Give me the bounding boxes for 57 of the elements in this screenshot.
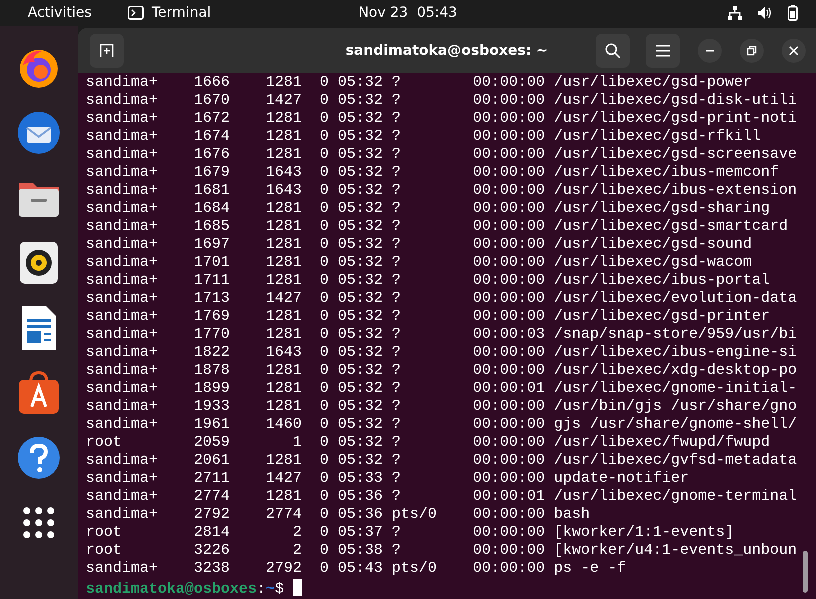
- network-icon[interactable]: [728, 6, 742, 20]
- menu-icon: [656, 44, 670, 56]
- terminal-line: sandima+ 1770 1281 0 05:32 ? 00:00:03 /snap/snap-store/959/usr/bi: [86, 326, 798, 344]
- activities-button[interactable]: Activities: [28, 5, 128, 21]
- terminal-line: sandima+ 1684 1281 0 05:32 ? 00:00:00 /usr/libexec/gsd-sharing: [86, 200, 770, 218]
- mail-bird-icon[interactable]: [16, 110, 62, 156]
- terminal-line: sandima+ 1701 1281 0 05:32 ? 00:00:00 /usr/libexec/gsd-wacom: [86, 254, 752, 272]
- terminal-line: root 2059 1 0 05:32 ? 00:00:00 /usr/libexec/fwupd/fwupd: [86, 434, 770, 452]
- volume-icon[interactable]: [758, 6, 772, 20]
- close-button[interactable]: [782, 38, 806, 62]
- clock[interactable]: Nov 23 05:43: [358, 5, 458, 21]
- shell-prompt: sandimatoka@osboxes:~$: [86, 581, 284, 599]
- terminal-line: sandima+ 1933 1281 0 05:32 ? 00:00:00 /usr/bin/gjs /usr/share/gno: [86, 398, 798, 416]
- terminal-line: sandima+ 3238 2792 0 05:43 pts/0 00:00:00 ps -e -f: [86, 560, 626, 578]
- terminal-line: sandima+ 2061 1281 0 05:32 ? 00:00:00 /usr/libexec/gvfsd-metadata: [86, 452, 798, 470]
- terminal-line: sandima+ 1679 1643 0 05:32 ? 00:00:00 /usr/libexec/ibus-memconf: [86, 164, 780, 182]
- terminal-line: sandima+ 1713 1427 0 05:32 ? 00:00:00 /usr/libexec/evolution-data: [86, 290, 798, 308]
- terminal-line: sandima+ 1822 1643 0 05:32 ? 00:00:00 /usr/libexec/ibus-engine-si: [86, 344, 798, 362]
- terminal-line: sandima+ 1674 1281 0 05:32 ? 00:00:00 /usr/libexec/gsd-rfkill: [86, 128, 762, 146]
- terminal-icon: [128, 6, 144, 20]
- minimize-button[interactable]: [698, 38, 722, 62]
- terminal-line: sandima+ 1878 1281 0 05:32 ? 00:00:00 /usr/libexec/xdg-desktop-po: [86, 362, 798, 380]
- terminal-line: sandima+ 1711 1281 0 05:32 ? 00:00:00 /usr/libexec/ibus-portal: [86, 272, 770, 290]
- minimize-icon: [705, 50, 715, 52]
- help-icon[interactable]: [16, 435, 62, 481]
- terminal-line: sandima+ 1672 1281 0 05:32 ? 00:00:00 /usr/libexec/gsd-print-noti: [86, 110, 798, 128]
- app-menu[interactable]: Terminal: [152, 5, 212, 21]
- close-icon: [789, 46, 799, 56]
- document-icon[interactable]: [20, 305, 58, 351]
- terminal-line: sandima+ 2792 2774 0 05:36 pts/0 00:00:00 bash: [86, 506, 590, 524]
- terminal-line: sandima+ 1676 1281 0 05:32 ? 00:00:00 /usr/libexec/gsd-screensave: [86, 146, 798, 164]
- text-cursor: [293, 579, 302, 596]
- speaker-icon[interactable]: [19, 241, 59, 285]
- search-button[interactable]: [596, 34, 630, 68]
- restore-icon: [747, 46, 757, 56]
- battery-icon[interactable]: [788, 5, 798, 21]
- shopping-bag-icon[interactable]: [17, 370, 61, 416]
- window-title: sandimatoka@osboxes: ~: [346, 42, 548, 58]
- terminal-line: sandima+ 1697 1281 0 05:32 ? 00:00:00 /usr/libexec/gsd-sound: [86, 236, 752, 254]
- terminal-line: sandima+ 1685 1281 0 05:32 ? 00:00:00 /usr/libexec/gsd-smartcard: [86, 218, 788, 236]
- app-grid-icon[interactable]: [23, 507, 55, 539]
- terminal-line: root 2814 2 0 05:37 ? 00:00:00 [kworker/1:1-events]: [86, 524, 734, 542]
- terminal-line: sandima+ 1961 1460 0 05:32 ? 00:00:00 gjs /usr/share/gnome-shell/: [86, 416, 798, 434]
- restore-button[interactable]: [740, 38, 764, 62]
- terminal-line: sandima+ 2774 1281 0 05:36 ? 00:00:01 /usr/libexec/gnome-terminal: [86, 488, 798, 506]
- terminal-line: sandima+ 1666 1281 0 05:32 ? 00:00:00 /usr/libexec/gsd-power: [86, 74, 752, 92]
- terminal-line: sandima+ 1769 1281 0 05:32 ? 00:00:00 /usr/libexec/gsd-printer: [86, 308, 770, 326]
- terminal-line: root 3226 2 0 05:38 ? 00:00:00 [kworker/u4:1-events_unboun: [86, 542, 798, 560]
- terminal-line: sandima+ 1670 1427 0 05:32 ? 00:00:00 /usr/libexec/gsd-disk-utili: [86, 92, 798, 110]
- terminal-line: sandima+ 2711 1427 0 05:33 ? 00:00:00 update-notifier: [86, 470, 690, 488]
- new-tab-button[interactable]: [90, 34, 124, 68]
- terminal-line: sandima+ 1681 1643 0 05:32 ? 00:00:00 /usr/libexec/ibus-extension: [86, 182, 798, 200]
- search-icon: [605, 42, 621, 58]
- menu-button[interactable]: [646, 34, 680, 68]
- scrollbar[interactable]: [803, 551, 808, 593]
- terminal-line: sandima+ 1899 1281 0 05:32 ? 00:00:01 /usr/libexec/gnome-initial-: [86, 380, 798, 398]
- add-tab-icon: [100, 44, 114, 58]
